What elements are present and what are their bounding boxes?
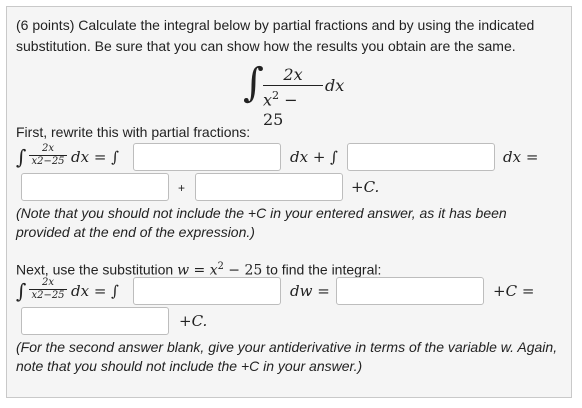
question-card: (6 points) Calculate the integral below … xyxy=(6,6,572,398)
sub-first-integrand-input[interactable] xyxy=(133,277,281,305)
sub-dx-eq: dx = ∫ xyxy=(71,282,119,300)
sub-final-answer-input[interactable] xyxy=(21,307,169,335)
pf-note-line-1: (Note that you should not include the +C… xyxy=(16,205,507,221)
sub-plus-c-eq: +C = xyxy=(493,282,535,300)
pf-dx-plus: dx + ∫ xyxy=(290,148,338,166)
pf-integral-sign: ∫ xyxy=(16,145,27,169)
pf-antiderivative-term1-input[interactable] xyxy=(21,173,169,201)
sub-plus-c: +C. xyxy=(179,312,208,330)
sub-antiderivative-w-input[interactable] xyxy=(336,277,484,305)
pf-dx-eq2: dx = xyxy=(503,148,539,166)
sub-note-line-2: note that you should not include the +C … xyxy=(16,358,363,374)
integral-sign: ∫ xyxy=(243,60,264,106)
sub-dw-eq: dw = xyxy=(290,282,330,300)
pf-small-fraction: 2x x2−25 xyxy=(29,143,67,168)
problem-line-2: substitution. Be sure that you can show … xyxy=(16,38,516,54)
display-numerator: 2x xyxy=(283,65,303,84)
display-dx: dx xyxy=(325,76,345,95)
display-denominator: x2 − 25 xyxy=(263,89,298,130)
problem-line-1: (6 points) Calculate the integral below … xyxy=(16,17,535,33)
pf-first-integrand-input[interactable] xyxy=(133,143,281,171)
pf-antiderivative-term2-input[interactable] xyxy=(195,173,343,201)
display-fraction: 2x x2 − 25 xyxy=(263,65,323,130)
pf-plus-c: +C. xyxy=(351,178,380,196)
partial-prompt: First, rewrite this with partial fractio… xyxy=(16,124,251,140)
sub-note-line-1: (For the second answer blank, give your … xyxy=(16,339,558,355)
pf-note-line-2: provided at the end of the expression.) xyxy=(16,224,255,240)
sub-integral-sign: ∫ xyxy=(16,279,27,303)
pf-dx-eq: dx = ∫ xyxy=(71,148,120,166)
sub-small-fraction: 2x x2−25 xyxy=(29,277,67,302)
pf-plus-sign: + xyxy=(178,181,186,195)
pf-second-integrand-input[interactable] xyxy=(347,143,495,171)
